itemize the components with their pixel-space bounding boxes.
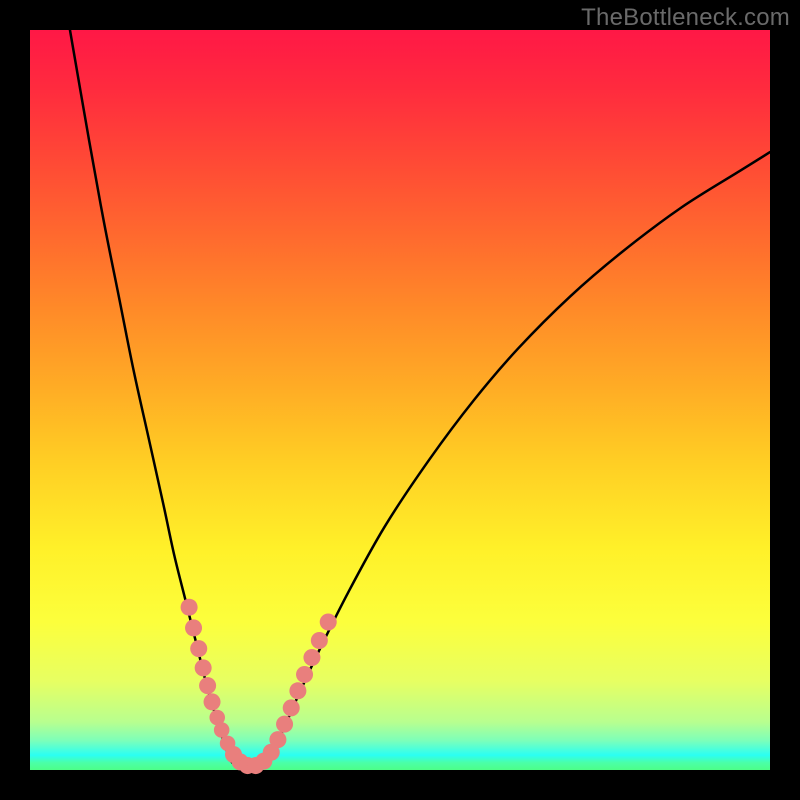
data-marker	[204, 693, 221, 710]
curve-svg	[30, 30, 770, 770]
plot-area	[30, 30, 770, 770]
data-marker	[269, 731, 286, 748]
chart-frame: TheBottleneck.com	[0, 0, 800, 800]
data-marker	[199, 677, 216, 694]
data-marker	[311, 632, 328, 649]
data-marker	[303, 649, 320, 666]
data-marker	[181, 599, 198, 616]
data-marker	[190, 640, 207, 657]
data-marker	[320, 613, 337, 630]
data-marker	[214, 722, 230, 738]
data-marker	[185, 619, 202, 636]
data-marker	[283, 699, 300, 716]
data-marker	[296, 666, 313, 683]
bottleneck-curve	[70, 30, 770, 767]
watermark-text: TheBottleneck.com	[581, 4, 790, 32]
data-marker	[276, 716, 293, 733]
data-marker	[195, 659, 212, 676]
curve-group	[70, 30, 770, 767]
data-marker	[289, 682, 306, 699]
marker-group	[181, 599, 337, 774]
